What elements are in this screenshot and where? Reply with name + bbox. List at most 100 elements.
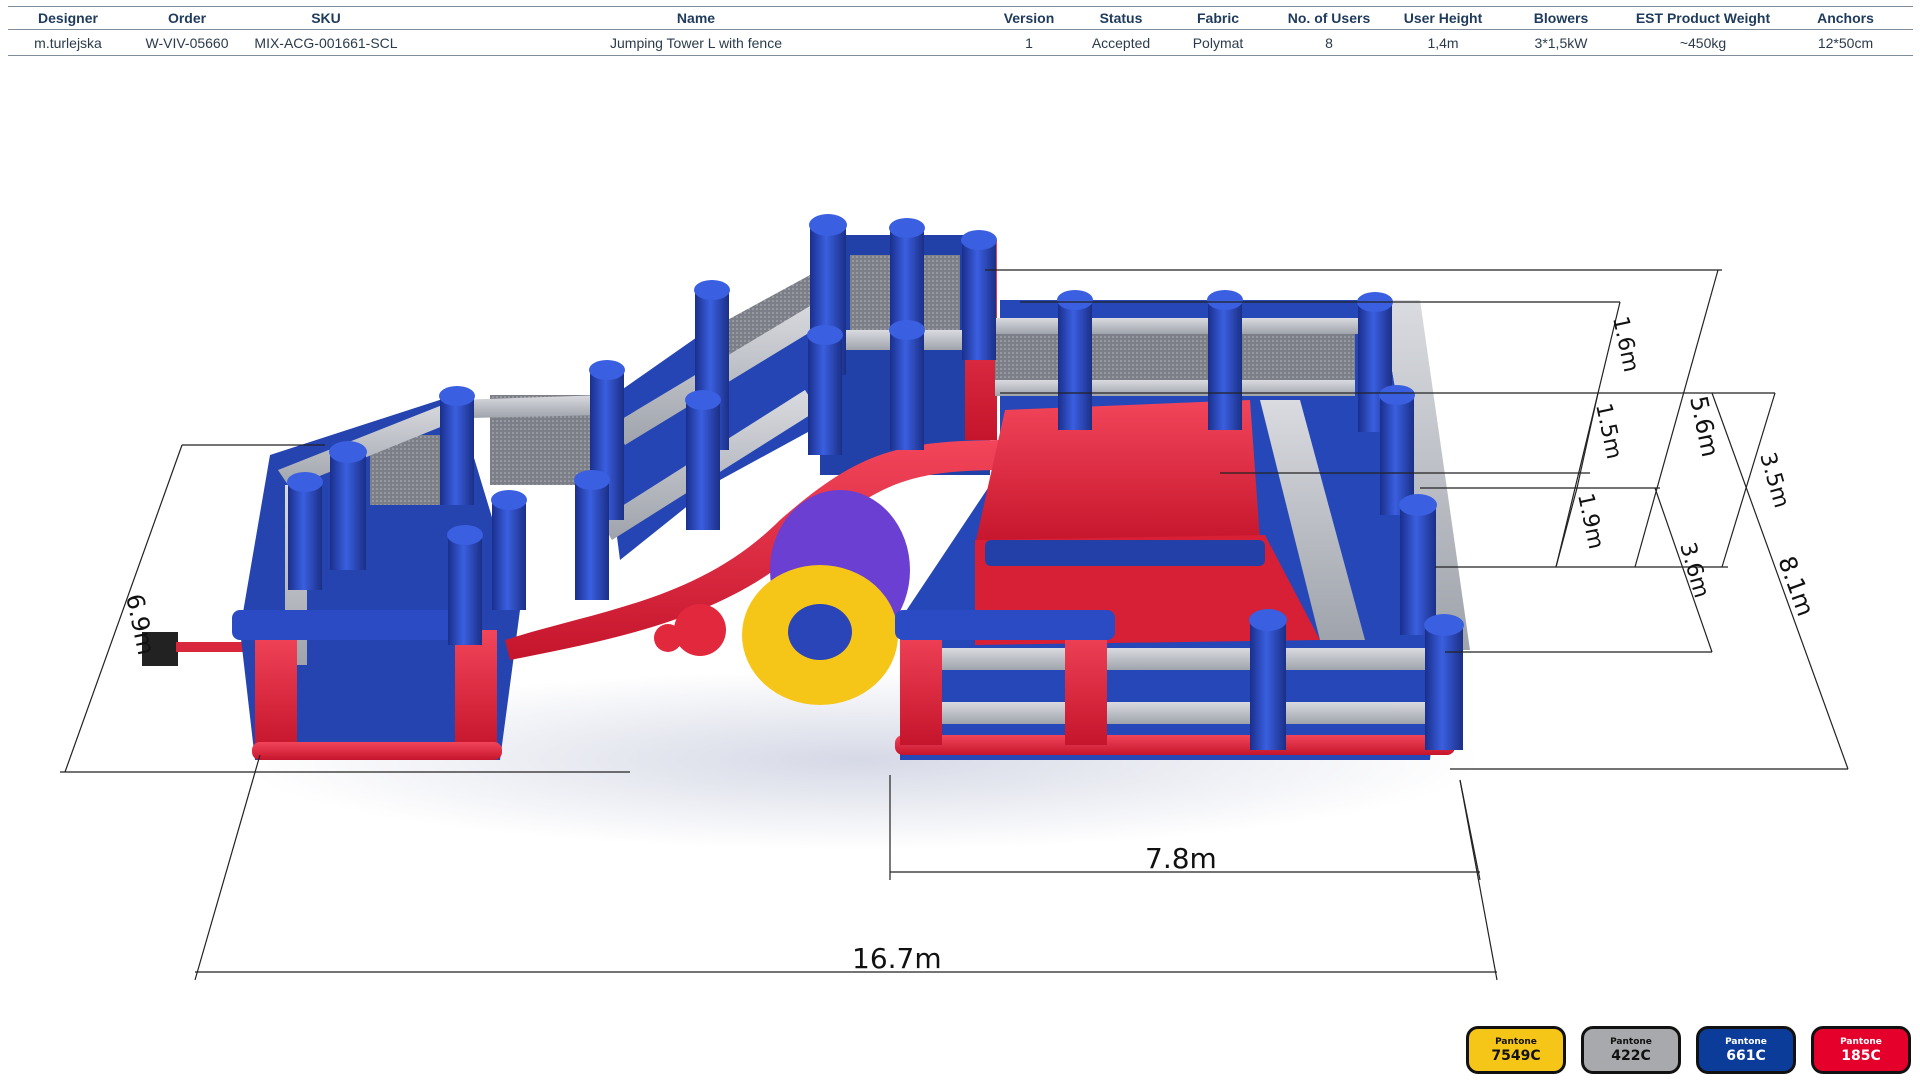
pillar-cap bbox=[1207, 290, 1243, 310]
swatch-blue: Pantone 661C bbox=[1696, 1026, 1796, 1074]
yellow-ring-hole bbox=[788, 604, 852, 660]
product-drawing: 16.7m 7.8m 6.9m 1.6m 1.5m 1.9m 5.6m 3.5m… bbox=[60, 214, 1849, 981]
pillar-cap bbox=[694, 280, 730, 300]
pillar-cap bbox=[287, 472, 323, 492]
header-anchors: Anchors bbox=[1778, 6, 1913, 30]
swatch-code: 661C bbox=[1726, 1047, 1766, 1064]
rail bbox=[455, 395, 605, 418]
pillar-cap bbox=[807, 325, 843, 345]
header-designer: Designer bbox=[8, 6, 128, 30]
red-pillar bbox=[455, 630, 497, 750]
inner-wall bbox=[985, 540, 1265, 566]
dim-label-h3: 1.9m bbox=[1572, 491, 1608, 551]
dim-label-wall: 3.6m bbox=[1674, 540, 1714, 601]
red-pillar bbox=[1065, 625, 1107, 745]
entry-beam bbox=[232, 610, 477, 640]
cell-users: 8 bbox=[1325, 34, 1333, 51]
blue-pillar bbox=[1400, 505, 1436, 635]
front-rail bbox=[900, 702, 1460, 724]
cell-anchors: 12*50cm bbox=[1817, 34, 1874, 51]
blue-pillar bbox=[330, 450, 366, 570]
pillar-cap bbox=[1249, 609, 1287, 631]
swatch-code: 422C bbox=[1611, 1047, 1651, 1064]
blue-pillar bbox=[1425, 625, 1463, 750]
swatch-code: 7549C bbox=[1491, 1047, 1541, 1064]
pillar-cap bbox=[574, 470, 610, 490]
header-blowers: Blowers bbox=[1494, 6, 1628, 30]
blue-pillar bbox=[1058, 300, 1092, 430]
blue-pillar bbox=[492, 500, 526, 610]
blue-pillar bbox=[890, 330, 924, 450]
swatch-code: 185C bbox=[1841, 1047, 1881, 1064]
swatch-red: Pantone 185C bbox=[1811, 1026, 1911, 1074]
swatch-brand: Pantone bbox=[1840, 1036, 1882, 1047]
pillar-cap bbox=[447, 525, 483, 545]
red-pillar bbox=[900, 625, 942, 745]
dim-label-length: 16.7m bbox=[852, 942, 942, 975]
red-ball bbox=[654, 624, 682, 652]
cell-designer: m.turlejska bbox=[34, 34, 102, 51]
cell-name: Jumping Tower L with fence bbox=[610, 34, 782, 51]
blue-pillar bbox=[288, 480, 322, 590]
header-order: Order bbox=[128, 6, 246, 30]
pillar-cap bbox=[961, 230, 997, 250]
pillar-cap bbox=[889, 320, 925, 340]
spec-header-row: Designer Order SKU Name Version Status F… bbox=[8, 6, 1913, 30]
entry-beam bbox=[895, 610, 1115, 640]
header-users: No. of Users bbox=[1266, 6, 1392, 30]
cell-version: 1 bbox=[1025, 34, 1033, 51]
header-fabric: Fabric bbox=[1170, 6, 1266, 30]
rail bbox=[995, 318, 1385, 334]
red-ball bbox=[674, 604, 726, 656]
blue-pillar bbox=[962, 240, 996, 360]
cell-fabric: Polymat bbox=[1192, 34, 1244, 51]
header-version: Version bbox=[986, 6, 1072, 30]
pillar-cap bbox=[1057, 290, 1093, 310]
blue-pillar bbox=[1250, 620, 1286, 750]
pillar-cap bbox=[491, 490, 527, 510]
dim-label-h-total: 5.6m bbox=[1684, 393, 1724, 459]
pillar-cap bbox=[589, 360, 625, 380]
cell-status: Accepted bbox=[1091, 34, 1151, 51]
dim-label-h1: 1.6m bbox=[1607, 314, 1643, 374]
swatch-grey: Pantone 422C bbox=[1581, 1026, 1681, 1074]
pillar-cap bbox=[889, 218, 925, 238]
extension-line bbox=[194, 754, 261, 981]
pillar-cap bbox=[1379, 385, 1415, 405]
dim-label-h2: 1.5m bbox=[1590, 401, 1626, 461]
header-user-height: User Height bbox=[1392, 6, 1494, 30]
red-pillar bbox=[255, 630, 297, 750]
pillar-cap bbox=[1399, 494, 1437, 516]
pillar-cap bbox=[809, 214, 847, 236]
pillar-cap bbox=[685, 390, 721, 410]
cell-sku: MIX-ACG-001661-SCL bbox=[254, 34, 398, 51]
blue-pillar bbox=[686, 400, 720, 530]
header-weight: EST Product Weight bbox=[1628, 6, 1778, 30]
dim-label-section: 7.8m bbox=[1145, 842, 1217, 875]
base-skirt bbox=[252, 742, 502, 760]
cell-weight: ~450kg bbox=[1679, 34, 1727, 51]
swatch-yellow: Pantone 7549C bbox=[1466, 1026, 1566, 1074]
swatch-brand: Pantone bbox=[1495, 1036, 1537, 1047]
cell-user-height: 1,4m bbox=[1427, 34, 1459, 51]
header-status: Status bbox=[1072, 6, 1170, 30]
spec-table: Designer Order SKU Name Version Status F… bbox=[8, 6, 1913, 56]
header-sku: SKU bbox=[246, 6, 406, 30]
front-rail bbox=[900, 648, 1460, 670]
dim-label-h-right: 3.5m bbox=[1754, 450, 1794, 511]
pillar-cap bbox=[439, 386, 475, 406]
base-skirt bbox=[895, 735, 1455, 755]
cell-order: W-VIV-05660 bbox=[145, 34, 229, 51]
swatch-brand: Pantone bbox=[1610, 1036, 1652, 1047]
extension-line bbox=[1459, 779, 1481, 881]
mesh-panel bbox=[995, 330, 1355, 385]
blue-pillar bbox=[448, 535, 482, 645]
cell-blowers: 3*1,5kW bbox=[1534, 34, 1588, 51]
blue-pillar bbox=[440, 395, 474, 505]
blue-pillar bbox=[575, 480, 609, 600]
blue-pillar bbox=[808, 335, 842, 455]
pantone-swatches: Pantone 7549C Pantone 422C Pantone 661C … bbox=[1466, 1026, 1911, 1074]
swatch-brand: Pantone bbox=[1725, 1036, 1767, 1047]
dim-label-overall: 8.1m bbox=[1772, 552, 1819, 619]
dim-label-width: 6.9m bbox=[120, 591, 160, 657]
